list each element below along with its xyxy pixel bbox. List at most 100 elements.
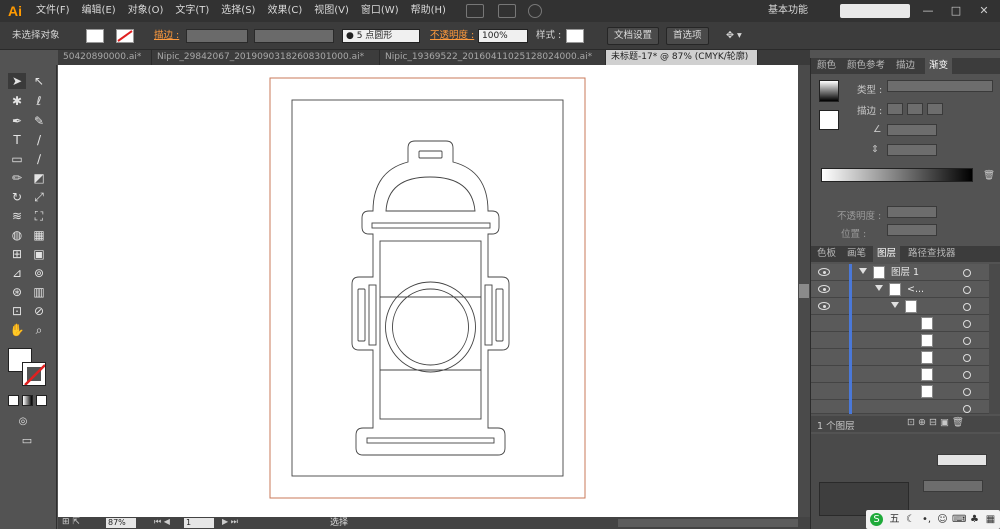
menu-type[interactable]: 文字(T) xyxy=(169,0,215,22)
delete-stop-icon[interactable]: 🗑 xyxy=(983,170,995,181)
layer-name[interactable]: 图层 1 xyxy=(891,264,919,281)
gradient-mode-icon[interactable] xyxy=(22,395,33,406)
layer-row[interactable] xyxy=(811,400,989,414)
mesh-tool-icon[interactable]: ⊞ xyxy=(8,246,26,262)
layer-target-icon[interactable] xyxy=(963,371,971,379)
layer-row[interactable]: <... xyxy=(811,281,989,298)
menu-object[interactable]: 对象(O) xyxy=(122,0,170,22)
visibility-eye-icon[interactable] xyxy=(818,302,830,310)
keyboard-icon[interactable]: ⌨ xyxy=(952,513,966,526)
minimize-button[interactable]: — xyxy=(915,0,941,22)
sogou-logo-icon[interactable]: S xyxy=(870,513,883,526)
stroke-gradient-button-1[interactable] xyxy=(887,103,903,115)
eyedropper-tool-icon[interactable]: ⊿ xyxy=(8,265,26,281)
layer-target-icon[interactable] xyxy=(963,286,971,294)
screen-mode-icon[interactable]: ▭ xyxy=(18,433,36,449)
type-tool-icon[interactable]: T xyxy=(8,132,26,148)
perspective-grid-tool-icon[interactable]: ▦ xyxy=(30,227,48,243)
menu-effect[interactable]: 效果(C) xyxy=(261,0,308,22)
layer-row[interactable] xyxy=(811,332,989,349)
menu-help[interactable]: 帮助(H) xyxy=(405,0,452,22)
variable-width-dropdown[interactable] xyxy=(254,29,334,43)
layer-row[interactable]: 图层 1 xyxy=(811,264,989,281)
slice-tool-icon[interactable]: ⊘ xyxy=(30,303,48,319)
workspace-switcher[interactable]: 基本功能 xyxy=(768,0,808,22)
zoom-tool-icon[interactable]: ⌕ xyxy=(30,322,48,338)
transparency-mask-button[interactable] xyxy=(923,480,983,492)
gradient-type-dropdown[interactable] xyxy=(887,80,993,92)
gradient-position-field[interactable] xyxy=(887,224,937,236)
tab-document-1[interactable]: 50420890000.ai* xyxy=(58,50,152,65)
lasso-tool-icon[interactable]: ℓ xyxy=(30,93,48,109)
layer-row[interactable] xyxy=(811,383,989,400)
align-icon[interactable]: ✥ ▾ xyxy=(726,29,742,43)
artboard-nav-icon[interactable]: ⊞ ⇱ xyxy=(62,517,80,527)
menu-window[interactable]: 窗口(W) xyxy=(355,0,405,22)
artboard-tool-icon[interactable]: ⊡ xyxy=(8,303,26,319)
gradient-opacity-field[interactable] xyxy=(887,206,937,218)
style-swatch[interactable] xyxy=(566,29,584,43)
gradient-slider[interactable] xyxy=(821,168,973,182)
rotate-tool-icon[interactable]: ↻ xyxy=(8,189,26,205)
layer-target-icon[interactable] xyxy=(963,337,971,345)
zoom-field[interactable]: 87% xyxy=(106,518,136,528)
opacity-field[interactable]: 100% xyxy=(478,29,528,43)
stroke-weight-dropdown[interactable] xyxy=(186,29,248,43)
page-field[interactable]: 1 xyxy=(184,518,214,528)
tab-stroke[interactable]: 描边 xyxy=(892,58,919,74)
gradient-preview-swatch[interactable] xyxy=(819,80,839,102)
pen-tool-icon[interactable]: ✒ xyxy=(8,113,26,129)
tab-color-guide[interactable]: 颜色参考 xyxy=(843,58,889,74)
layer-row[interactable] xyxy=(811,349,989,366)
expand-triangle-icon[interactable] xyxy=(891,302,899,308)
color-mode-icon[interactable] xyxy=(8,395,19,406)
document-setup-button[interactable]: 文档设置 xyxy=(607,27,660,45)
symbol-sprayer-tool-icon[interactable]: ⊛ xyxy=(8,284,26,300)
tab-document-active[interactable]: 未标题-17* @ 87% (CMYK/轮廓) xyxy=(606,50,758,65)
expand-triangle-icon[interactable] xyxy=(859,268,867,274)
rectangle-tool-icon[interactable]: ▭ xyxy=(8,151,26,167)
paintbrush-tool-icon[interactable]: ∕ xyxy=(30,151,48,167)
stroke-color-box[interactable] xyxy=(22,362,46,386)
gradient-fill-stroke-icon[interactable] xyxy=(819,110,839,130)
page-prev-icon[interactable]: ⏮ ◀ xyxy=(154,517,170,527)
draw-mode-icon[interactable]: ◎ xyxy=(14,414,32,430)
layer-target-icon[interactable] xyxy=(963,354,971,362)
hand-tool-icon[interactable]: ✋ xyxy=(8,322,26,338)
horizontal-scrollbar[interactable] xyxy=(618,519,798,527)
free-transform-tool-icon[interactable]: ⛶ xyxy=(30,208,48,224)
group-name[interactable]: <... xyxy=(907,281,924,298)
visibility-eye-icon[interactable] xyxy=(818,268,830,276)
tab-color[interactable]: 颜色 xyxy=(813,58,840,74)
layer-row[interactable] xyxy=(811,315,989,332)
punctuation-icon[interactable]: •, xyxy=(920,513,933,526)
gpu-performance-icon[interactable] xyxy=(527,4,542,18)
layer-row[interactable] xyxy=(811,298,989,315)
page-next-icon[interactable]: ▶ ⏭ xyxy=(222,517,238,527)
stroke-swatch[interactable] xyxy=(116,29,134,43)
curvature-tool-icon[interactable]: ✎ xyxy=(30,113,48,129)
stroke-gradient-button-2[interactable] xyxy=(907,103,923,115)
close-button[interactable]: ✕ xyxy=(971,0,997,22)
tab-document-3[interactable]: Nipic_19369522_20160411025128024000.ai* xyxy=(380,50,606,65)
blend-tool-icon[interactable]: ⊚ xyxy=(30,265,48,281)
magic-wand-tool-icon[interactable]: ✱ xyxy=(8,93,26,109)
fill-swatch[interactable] xyxy=(86,29,104,43)
layer-target-icon[interactable] xyxy=(963,303,971,311)
stroke-gradient-button-3[interactable] xyxy=(927,103,943,115)
gradient-tool-icon[interactable]: ▣ xyxy=(30,246,48,262)
layer-target-icon[interactable] xyxy=(963,405,971,413)
width-tool-icon[interactable]: ≋ xyxy=(8,208,26,224)
layer-row[interactable] xyxy=(811,366,989,383)
pencil-tool-icon[interactable]: ✏ xyxy=(8,170,26,186)
brush-dropdown[interactable]: ● 5 点圆形 xyxy=(342,29,420,43)
menu-file[interactable]: 文件(F) xyxy=(30,0,76,22)
layers-scrollbar[interactable] xyxy=(989,264,1000,414)
arrange-documents-icon[interactable] xyxy=(497,4,516,18)
tab-brushes[interactable]: 画笔 xyxy=(843,246,870,262)
layer-target-icon[interactable] xyxy=(963,269,971,277)
preferences-button[interactable]: 首选项 xyxy=(666,27,709,45)
tab-pathfinder[interactable]: 路径查找器 xyxy=(904,246,960,262)
shape-builder-tool-icon[interactable]: ◍ xyxy=(8,227,26,243)
skin-icon[interactable]: ♣ xyxy=(968,513,981,526)
